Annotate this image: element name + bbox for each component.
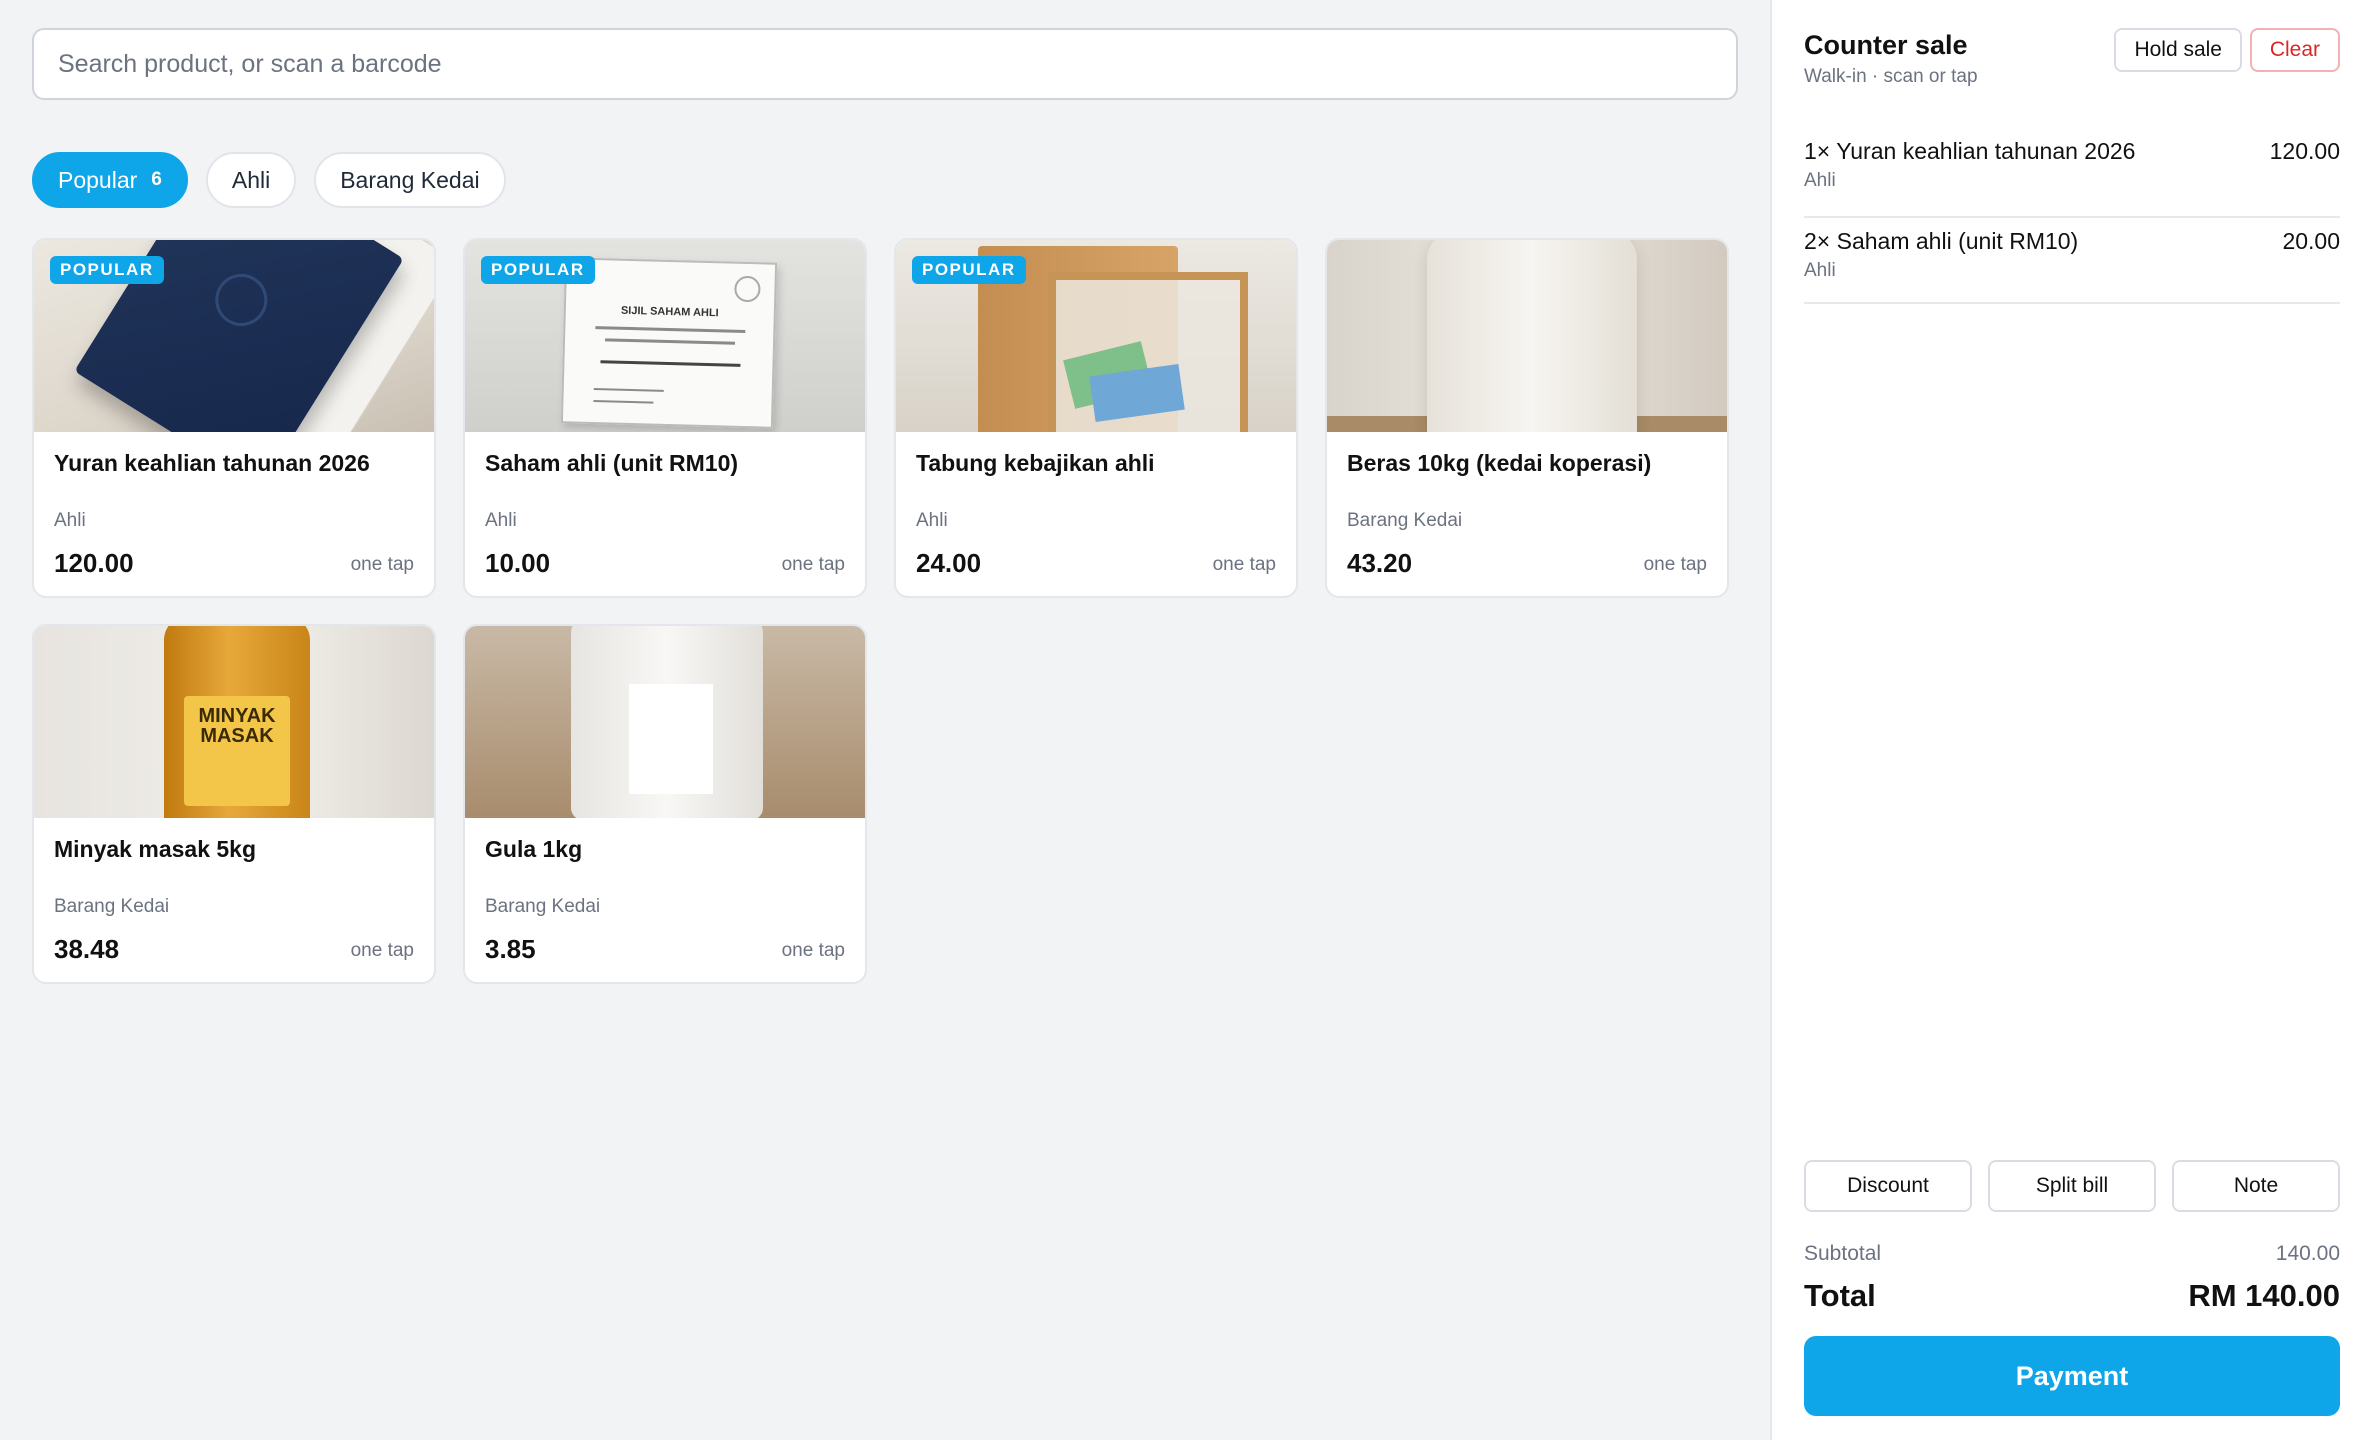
seal-shape <box>734 275 761 303</box>
filter-chip-label: Ahli <box>231 166 271 193</box>
total-value: RM 140.00 <box>2188 1278 2340 1313</box>
oil-label: MINYAK MASAK <box>184 696 290 806</box>
product-image: POPULAR <box>896 240 1296 432</box>
filter-chip-ahli[interactable]: Ahli <box>205 152 297 208</box>
product-card[interactable]: Gula 1kg Barang Kedai 3.85 one tap <box>463 624 867 984</box>
product-name: Tabung kebajikan ahli <box>916 450 1155 476</box>
oil-label-line: MASAK <box>200 725 274 747</box>
product-price: 3.85 <box>485 934 536 964</box>
product-catalogue: Popular 6 Ahli Barang Kedai POPULAR Yura… <box>0 0 1770 1440</box>
hold-sale-button[interactable]: Hold sale <box>2114 28 2242 72</box>
filter-count-badge: 6 <box>151 169 162 190</box>
popular-badge: POPULAR <box>912 256 1026 284</box>
cart-actions: Discount Split bill Note <box>1804 1160 2340 1212</box>
clear-button[interactable]: Clear <box>2249 28 2340 72</box>
subtotal-row: Subtotal 140.00 <box>1804 1242 2340 1266</box>
certificate-shape: SIJIL SAHAM AHLI <box>560 257 778 429</box>
product-price: 38.48 <box>54 934 120 964</box>
filter-chip-popular[interactable]: Popular 6 <box>32 152 188 208</box>
product-price: 10.00 <box>485 548 551 578</box>
one-tap-hint: one tap <box>781 554 845 575</box>
text-line <box>605 338 736 345</box>
text-line <box>593 400 654 404</box>
rice-sack-shape <box>1427 240 1637 432</box>
one-tap-hint: one tap <box>350 554 414 575</box>
product-image: MINYAK MASAK <box>34 626 434 818</box>
subtotal-value: 140.00 <box>2275 1242 2340 1265</box>
product-category: Barang Kedai <box>1347 510 1463 531</box>
product-name: Minyak masak 5kg <box>54 836 257 862</box>
certificate-title: SIJIL SAHAM AHLI <box>620 304 719 320</box>
cart-panel: Counter sale Walk-in · scan or tap Hold … <box>1770 0 2360 1440</box>
cart-title: Counter sale <box>1804 30 1968 60</box>
text-line <box>595 326 746 333</box>
split-bill-button[interactable]: Split bill <box>1988 1160 2156 1212</box>
line-item-description: 1× Yuran keahlian tahunan 2026 <box>1804 138 2136 164</box>
oil-label-line: MINYAK <box>198 705 276 727</box>
emblem-shape <box>205 264 278 336</box>
text-line <box>593 388 664 392</box>
filter-chip-barang-kedai[interactable]: Barang Kedai <box>314 152 506 208</box>
total-row: Total RM 140.00 <box>1804 1278 2340 1314</box>
product-category: Ahli <box>916 510 948 531</box>
product-price: 120.00 <box>54 548 134 578</box>
product-name: Beras 10kg (kedai koperasi) <box>1347 450 1652 476</box>
product-price: 43.20 <box>1347 548 1413 578</box>
line-item-description: 2× Saham ahli (unit RM10) <box>1804 228 2079 254</box>
cart-subtitle: Walk-in · scan or tap <box>1804 66 1978 87</box>
product-image: POPULAR <box>34 240 434 432</box>
bag-label-shape <box>629 684 713 794</box>
product-category: Ahli <box>485 510 517 531</box>
filter-chip-label: Barang Kedai <box>340 166 480 193</box>
line-item-category: Ahli <box>1804 260 1836 281</box>
product-category: Barang Kedai <box>54 896 170 917</box>
product-name: Yuran keahlian tahunan 2026 <box>54 450 370 476</box>
text-line <box>600 360 741 367</box>
popular-badge: POPULAR <box>50 256 164 284</box>
note-button[interactable]: Note <box>2172 1160 2340 1212</box>
filter-chip-label: Popular <box>58 166 138 193</box>
product-category: Ahli <box>54 510 86 531</box>
product-name: Gula 1kg <box>485 836 583 862</box>
product-price: 24.00 <box>916 548 982 578</box>
discount-button[interactable]: Discount <box>1804 1160 1972 1212</box>
product-card[interactable]: SIJIL SAHAM AHLI POPULAR Saham ahli (uni… <box>463 238 867 598</box>
one-tap-hint: one tap <box>1643 554 1707 575</box>
cart-footer: Discount Split bill Note Subtotal 140.00… <box>1804 1160 2340 1416</box>
cart-header: Counter sale Walk-in · scan or tap Hold … <box>1804 0 2340 132</box>
one-tap-hint: one tap <box>1212 554 1276 575</box>
search-input[interactable] <box>32 28 1738 100</box>
product-card[interactable]: POPULAR Tabung kebajikan ahli Ahli 24.00… <box>894 238 1298 598</box>
line-item-category: Ahli <box>1804 170 1836 191</box>
product-image: SIJIL SAHAM AHLI POPULAR <box>465 240 865 432</box>
cart-items: 1× Yuran keahlian tahunan 2026 Ahli 120.… <box>1804 132 2340 304</box>
product-card[interactable]: MINYAK MASAK Minyak masak 5kg Barang Ked… <box>32 624 436 984</box>
popular-badge: POPULAR <box>481 256 595 284</box>
line-item-amount: 120.00 <box>2269 138 2340 164</box>
one-tap-hint: one tap <box>350 940 414 961</box>
cart-line-item[interactable]: 1× Yuran keahlian tahunan 2026 Ahli 120.… <box>1804 132 2340 218</box>
product-category: Barang Kedai <box>485 896 601 917</box>
product-grid: POPULAR Yuran keahlian tahunan 2026 Ahli… <box>32 238 1738 984</box>
cart-line-item[interactable]: 2× Saham ahli (unit RM10) Ahli 20.00 <box>1804 218 2340 304</box>
product-card[interactable]: Beras 10kg (kedai koperasi) Barang Kedai… <box>1325 238 1729 598</box>
product-card[interactable]: POPULAR Yuran keahlian tahunan 2026 Ahli… <box>32 238 436 598</box>
line-item-amount: 20.00 <box>2282 228 2340 254</box>
payment-button[interactable]: Payment <box>1804 1336 2340 1416</box>
product-image <box>465 626 865 818</box>
total-label: Total <box>1804 1278 1876 1313</box>
category-filters: Popular 6 Ahli Barang Kedai <box>32 152 1738 208</box>
product-name: Saham ahli (unit RM10) <box>485 450 739 476</box>
one-tap-hint: one tap <box>781 940 845 961</box>
product-image <box>1327 240 1727 432</box>
subtotal-label: Subtotal <box>1804 1242 1882 1265</box>
